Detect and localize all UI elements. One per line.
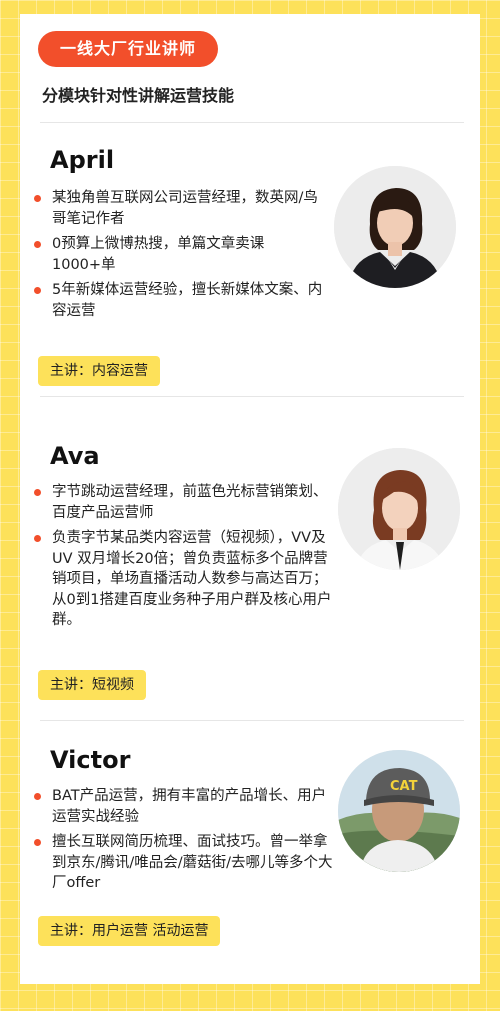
divider: [40, 396, 464, 397]
list-item: 擅长互联网简历梳理、面试技巧。曾一举拿到京东/腾讯/唯品会/蘑菇街/去哪儿等多个…: [34, 832, 334, 894]
avatar: [338, 448, 460, 570]
list-item: 某独角兽互联网公司运营经理，数英网/鸟哥笔记作者: [34, 188, 324, 229]
instructor-name: April: [50, 146, 115, 174]
instructor-name: Ava: [50, 442, 100, 470]
bullet-list: 字节跳动运营经理，前蓝色光标营销策划、百度产品运营师 负责字节某品类内容运营（短…: [34, 482, 334, 636]
topic-tag: 主讲：短视频: [38, 670, 146, 700]
avatar: [334, 166, 456, 288]
topic-tag: 主讲：内容运营: [38, 356, 160, 386]
header-badge: 一线大厂行业讲师: [38, 31, 218, 67]
bullet-dot-icon: [34, 195, 41, 202]
bullet-dot-icon: [34, 241, 41, 248]
divider: [40, 720, 464, 721]
instructor-name: Victor: [50, 746, 131, 774]
bullet-list: BAT产品运营，拥有丰富的产品增长、用户运营实战经验 擅长互联网简历梳理、面试技…: [34, 786, 334, 899]
bullet-dot-icon: [34, 489, 41, 496]
bullet-dot-icon: [34, 793, 41, 800]
list-item: 0预算上微博热搜，单篇文章卖课1000+单: [34, 234, 324, 275]
header-subtitle: 分模块针对性讲解运营技能: [42, 86, 235, 105]
man-cap-portrait-icon: CAT: [338, 750, 460, 872]
instructor-ava: Ava 字节跳动运营经理，前蓝色光标营销策划、百度产品运营师 负责字节某品类内容…: [20, 398, 480, 718]
avatar: CAT: [338, 750, 460, 872]
bullet-dot-icon: [34, 287, 41, 294]
list-item: 5年新媒体运营经验，擅长新媒体文案、内容运营: [34, 280, 324, 321]
woman-portrait-icon: [338, 448, 460, 570]
instructor-april: April 某独角兽互联网公司运营经理，数英网/鸟哥笔记作者 0预算上微博热搜，…: [20, 124, 480, 394]
topic-tag: 主讲：用户运营 活动运营: [38, 916, 221, 946]
list-item: 字节跳动运营经理，前蓝色光标营销策划、百度产品运营师: [34, 482, 334, 523]
divider: [40, 122, 464, 123]
list-item: BAT产品运营，拥有丰富的产品增长、用户运营实战经验: [34, 786, 334, 827]
instructor-card: 一线大厂行业讲师 分模块针对性讲解运营技能 April 某独角兽互联网公司运营经…: [20, 14, 480, 984]
bullet-list: 某独角兽互联网公司运营经理，数英网/鸟哥笔记作者 0预算上微博热搜，单篇文章卖课…: [34, 188, 324, 326]
bullet-dot-icon: [34, 839, 41, 846]
svg-text:CAT: CAT: [390, 779, 418, 794]
bullet-dot-icon: [34, 535, 41, 542]
list-item: 负责字节某品类内容运营（短视频），VV及UV 双月增长20倍；曾负责蓝标多个品牌…: [34, 528, 334, 631]
instructor-victor: Victor BAT产品运营，拥有丰富的产品增长、用户运营实战经验 擅长互联网简…: [20, 722, 480, 984]
woman-portrait-icon: [334, 166, 456, 288]
